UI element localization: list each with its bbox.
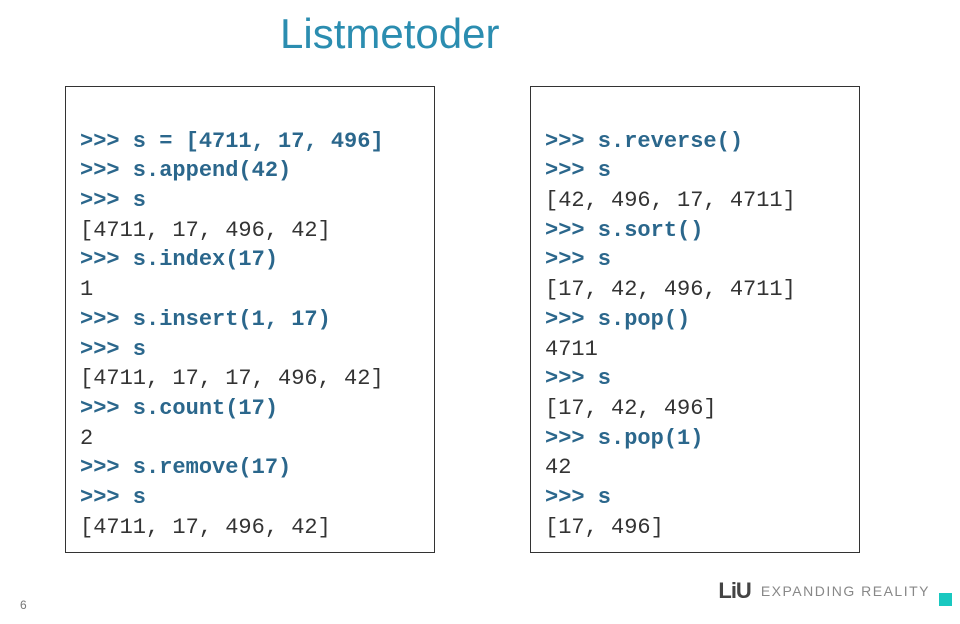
- code-line: >>> s.insert(1, 17): [80, 307, 331, 332]
- code-output: [17, 42, 496, 4711]: [545, 277, 796, 302]
- code-line: >>> s.append(42): [80, 158, 291, 183]
- code-box-left: >>> s = [4711, 17, 496] >>> s.append(42)…: [65, 86, 435, 553]
- code-output: [42, 496, 17, 4711]: [545, 188, 796, 213]
- code-output: 4711: [545, 337, 598, 362]
- code-output: 2: [80, 426, 93, 451]
- code-line: >>> s: [545, 485, 611, 510]
- code-line: >>> s = [4711, 17, 496]: [80, 129, 384, 154]
- code-output: [4711, 17, 496, 42]: [80, 218, 331, 243]
- code-line: >>> s.count(17): [80, 396, 278, 421]
- code-line: >>> s: [545, 158, 611, 183]
- code-output: 1: [80, 277, 93, 302]
- code-output: [17, 42, 496]: [545, 396, 717, 421]
- code-line: >>> s: [80, 188, 146, 213]
- code-line: >>> s.pop(1): [545, 426, 703, 451]
- code-line: >>> s.remove(17): [80, 455, 291, 480]
- code-output: [4711, 17, 496, 42]: [80, 515, 331, 540]
- code-line: >>> s.reverse(): [545, 129, 743, 154]
- slide-title: Listmetoder: [280, 10, 499, 58]
- liu-logo: LiU: [718, 578, 750, 604]
- code-line: >>> s: [80, 485, 146, 510]
- tagline: EXPANDING REALITY: [761, 583, 930, 599]
- footer: LiU EXPANDING REALITY: [718, 578, 930, 604]
- code-output: [4711, 17, 17, 496, 42]: [80, 366, 384, 391]
- code-output: [17, 496]: [545, 515, 664, 540]
- code-line: >>> s.pop(): [545, 307, 690, 332]
- accent-square-icon: [939, 593, 952, 606]
- code-output: 42: [545, 455, 571, 480]
- code-box-right: >>> s.reverse() >>> s [42, 496, 17, 4711…: [530, 86, 860, 553]
- code-line: >>> s: [545, 247, 611, 272]
- code-line: >>> s.index(17): [80, 247, 278, 272]
- page-number: 6: [20, 598, 27, 612]
- code-line: >>> s: [545, 366, 611, 391]
- code-line: >>> s.sort(): [545, 218, 703, 243]
- code-line: >>> s: [80, 337, 146, 362]
